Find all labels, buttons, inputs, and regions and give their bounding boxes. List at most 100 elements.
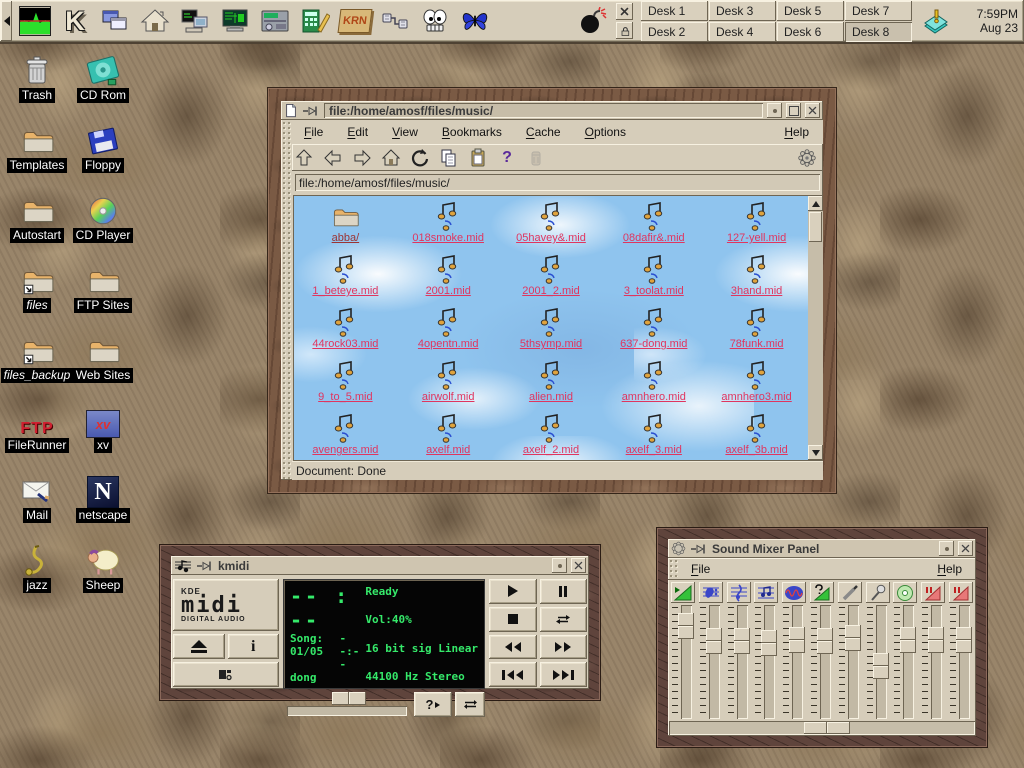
desktop-icon-autostart[interactable]: Autostart xyxy=(4,190,70,260)
treble-slider[interactable] xyxy=(727,605,751,719)
alt-2-slider-handle[interactable] xyxy=(956,627,972,653)
file-item[interactable]: 9_to_5.mid xyxy=(294,359,397,412)
bass-slider-handle[interactable] xyxy=(706,628,722,654)
menu-cache[interactable]: Cache xyxy=(526,125,561,139)
file-item[interactable]: amnhero3.mid xyxy=(705,359,808,412)
alt-1-slider[interactable] xyxy=(921,605,945,719)
forward-icon[interactable] xyxy=(350,146,374,170)
close-button[interactable] xyxy=(571,558,586,573)
file-item[interactable]: 4opentn.mid xyxy=(397,306,500,359)
home-icon[interactable] xyxy=(379,146,403,170)
close-button[interactable] xyxy=(805,103,820,118)
next-track-button[interactable] xyxy=(540,662,588,687)
cd-slider[interactable] xyxy=(893,605,917,719)
sticky-pin-icon[interactable] xyxy=(302,106,320,116)
file-item[interactable]: airwolf.mid xyxy=(397,359,500,412)
channel-view-button[interactable] xyxy=(455,692,485,717)
minimize-button[interactable] xyxy=(552,558,567,573)
menu-options[interactable]: Options xyxy=(585,125,626,139)
file-item[interactable]: abba/ xyxy=(294,200,397,253)
close-button[interactable] xyxy=(958,541,973,556)
lock-icon[interactable] xyxy=(616,22,633,39)
synth-channel-icon[interactable] xyxy=(754,582,778,603)
treble-channel-icon[interactable] xyxy=(727,582,751,603)
mixer-titlebar[interactable]: Sound Mixer Panel xyxy=(668,539,976,558)
desktop-icon-mail[interactable]: Mail xyxy=(4,470,70,540)
desktop-icon-cd-player[interactable]: CD Player xyxy=(70,190,136,260)
desktop-icon-web-sites[interactable]: Web Sites xyxy=(70,330,136,400)
loop-button[interactable] xyxy=(540,607,588,632)
pager-desk-8[interactable]: Desk 8 xyxy=(845,22,912,42)
menu-bookmarks[interactable]: Bookmarks xyxy=(442,125,502,139)
desktop-icon-ftp-sites[interactable]: FTP Sites xyxy=(70,260,136,330)
microphone-slider-handle[interactable] xyxy=(873,653,889,679)
k-menu-icon[interactable]: K xyxy=(58,4,92,38)
home-directory-icon[interactable] xyxy=(138,4,172,38)
info-button[interactable]: i xyxy=(228,634,280,659)
audio-player-icon[interactable] xyxy=(258,4,292,38)
location-input[interactable]: file:/home/amosf/files/music/ xyxy=(295,174,820,191)
back-icon[interactable] xyxy=(321,146,345,170)
hscroll-thumb[interactable] xyxy=(804,722,850,734)
cd-channel-icon[interactable] xyxy=(893,582,917,603)
pause-button[interactable] xyxy=(540,579,588,604)
synth-slider[interactable] xyxy=(754,605,778,719)
vertical-scrollbar[interactable] xyxy=(808,196,823,460)
reload-icon[interactable] xyxy=(408,146,432,170)
pager-desk-2[interactable]: Desk 2 xyxy=(641,22,708,42)
pcm-wave-slider[interactable] xyxy=(782,605,806,719)
desktop-icon-templates[interactable]: Templates xyxy=(4,120,70,190)
desktop-icon-xv[interactable]: xvxv xyxy=(70,400,136,470)
file-item[interactable]: alien.mid xyxy=(500,359,603,412)
bass-channel-icon[interactable] xyxy=(699,582,723,603)
desktop-icon-sheep[interactable]: Sheep xyxy=(70,540,136,610)
circuit-monitor-icon[interactable] xyxy=(218,4,252,38)
alt-2-channel-icon[interactable] xyxy=(949,582,973,603)
file-item[interactable]: 2001.mid xyxy=(397,253,500,306)
unknown-channel-icon[interactable] xyxy=(810,582,834,603)
volume-slider[interactable] xyxy=(283,692,411,717)
file-item[interactable]: 05havey&.mid xyxy=(500,200,603,253)
paste-icon[interactable] xyxy=(466,146,490,170)
help-icon[interactable]: ? xyxy=(495,146,519,170)
menu-file[interactable]: File xyxy=(304,125,323,139)
desktop-icon-files-backup[interactable]: files_backup xyxy=(4,330,70,400)
master-volume-slider[interactable] xyxy=(671,605,695,719)
scroll-down-icon[interactable] xyxy=(808,445,823,460)
file-item[interactable]: 3_toolat.mid xyxy=(602,253,705,306)
pager-desk-1[interactable]: Desk 1 xyxy=(641,1,708,21)
desktop-icon-cd-rom[interactable]: CD Rom xyxy=(70,50,136,120)
kfm-titlebar[interactable]: file:/home/amosf/files/music/ xyxy=(281,101,823,120)
menubar-grip[interactable] xyxy=(669,559,678,577)
pager-desk-3[interactable]: Desk 3 xyxy=(709,1,776,21)
pcm-wave-slider-handle[interactable] xyxy=(789,627,805,653)
unknown-slider[interactable] xyxy=(810,605,834,719)
desktop-icon-jazz[interactable]: jazz xyxy=(4,540,70,610)
desktop-icon-floppy[interactable]: Floppy xyxy=(70,120,136,190)
panel-clock[interactable]: 7:59PM Aug 23 xyxy=(956,7,1018,35)
alt-1-slider-handle[interactable] xyxy=(928,627,944,653)
connections-icon[interactable] xyxy=(378,4,412,38)
horizontal-scrollbar[interactable] xyxy=(669,721,975,735)
minimize-button[interactable] xyxy=(939,541,954,556)
line-channel-icon[interactable] xyxy=(838,582,862,603)
menu-help[interactable]: Help xyxy=(937,562,962,576)
file-item[interactable]: amnhero.mid xyxy=(602,359,705,412)
midi-output-button[interactable] xyxy=(173,662,279,687)
file-item[interactable]: axelf_3.mid xyxy=(602,412,705,460)
pager-desk-5[interactable]: Desk 5 xyxy=(777,1,844,21)
pcm-wave-channel-icon[interactable] xyxy=(782,582,806,603)
master-volume-slider-handle[interactable] xyxy=(678,613,694,639)
synth-slider-handle[interactable] xyxy=(761,630,777,656)
stop-button[interactable] xyxy=(489,607,537,632)
fast-forward-button[interactable] xyxy=(540,635,588,660)
file-item[interactable]: axelf_2.mid xyxy=(500,412,603,460)
kmidi-titlebar[interactable]: kmidi xyxy=(171,556,589,575)
eject-button[interactable] xyxy=(173,634,225,659)
desktop-icon-netscape[interactable]: Nnetscape xyxy=(70,470,136,540)
file-item[interactable]: 78funk.mid xyxy=(705,306,808,359)
alt-2-slider[interactable] xyxy=(949,605,973,719)
play-button[interactable] xyxy=(489,579,537,604)
pager-desk-6[interactable]: Desk 6 xyxy=(777,22,844,42)
file-item[interactable]: axelf.mid xyxy=(397,412,500,460)
